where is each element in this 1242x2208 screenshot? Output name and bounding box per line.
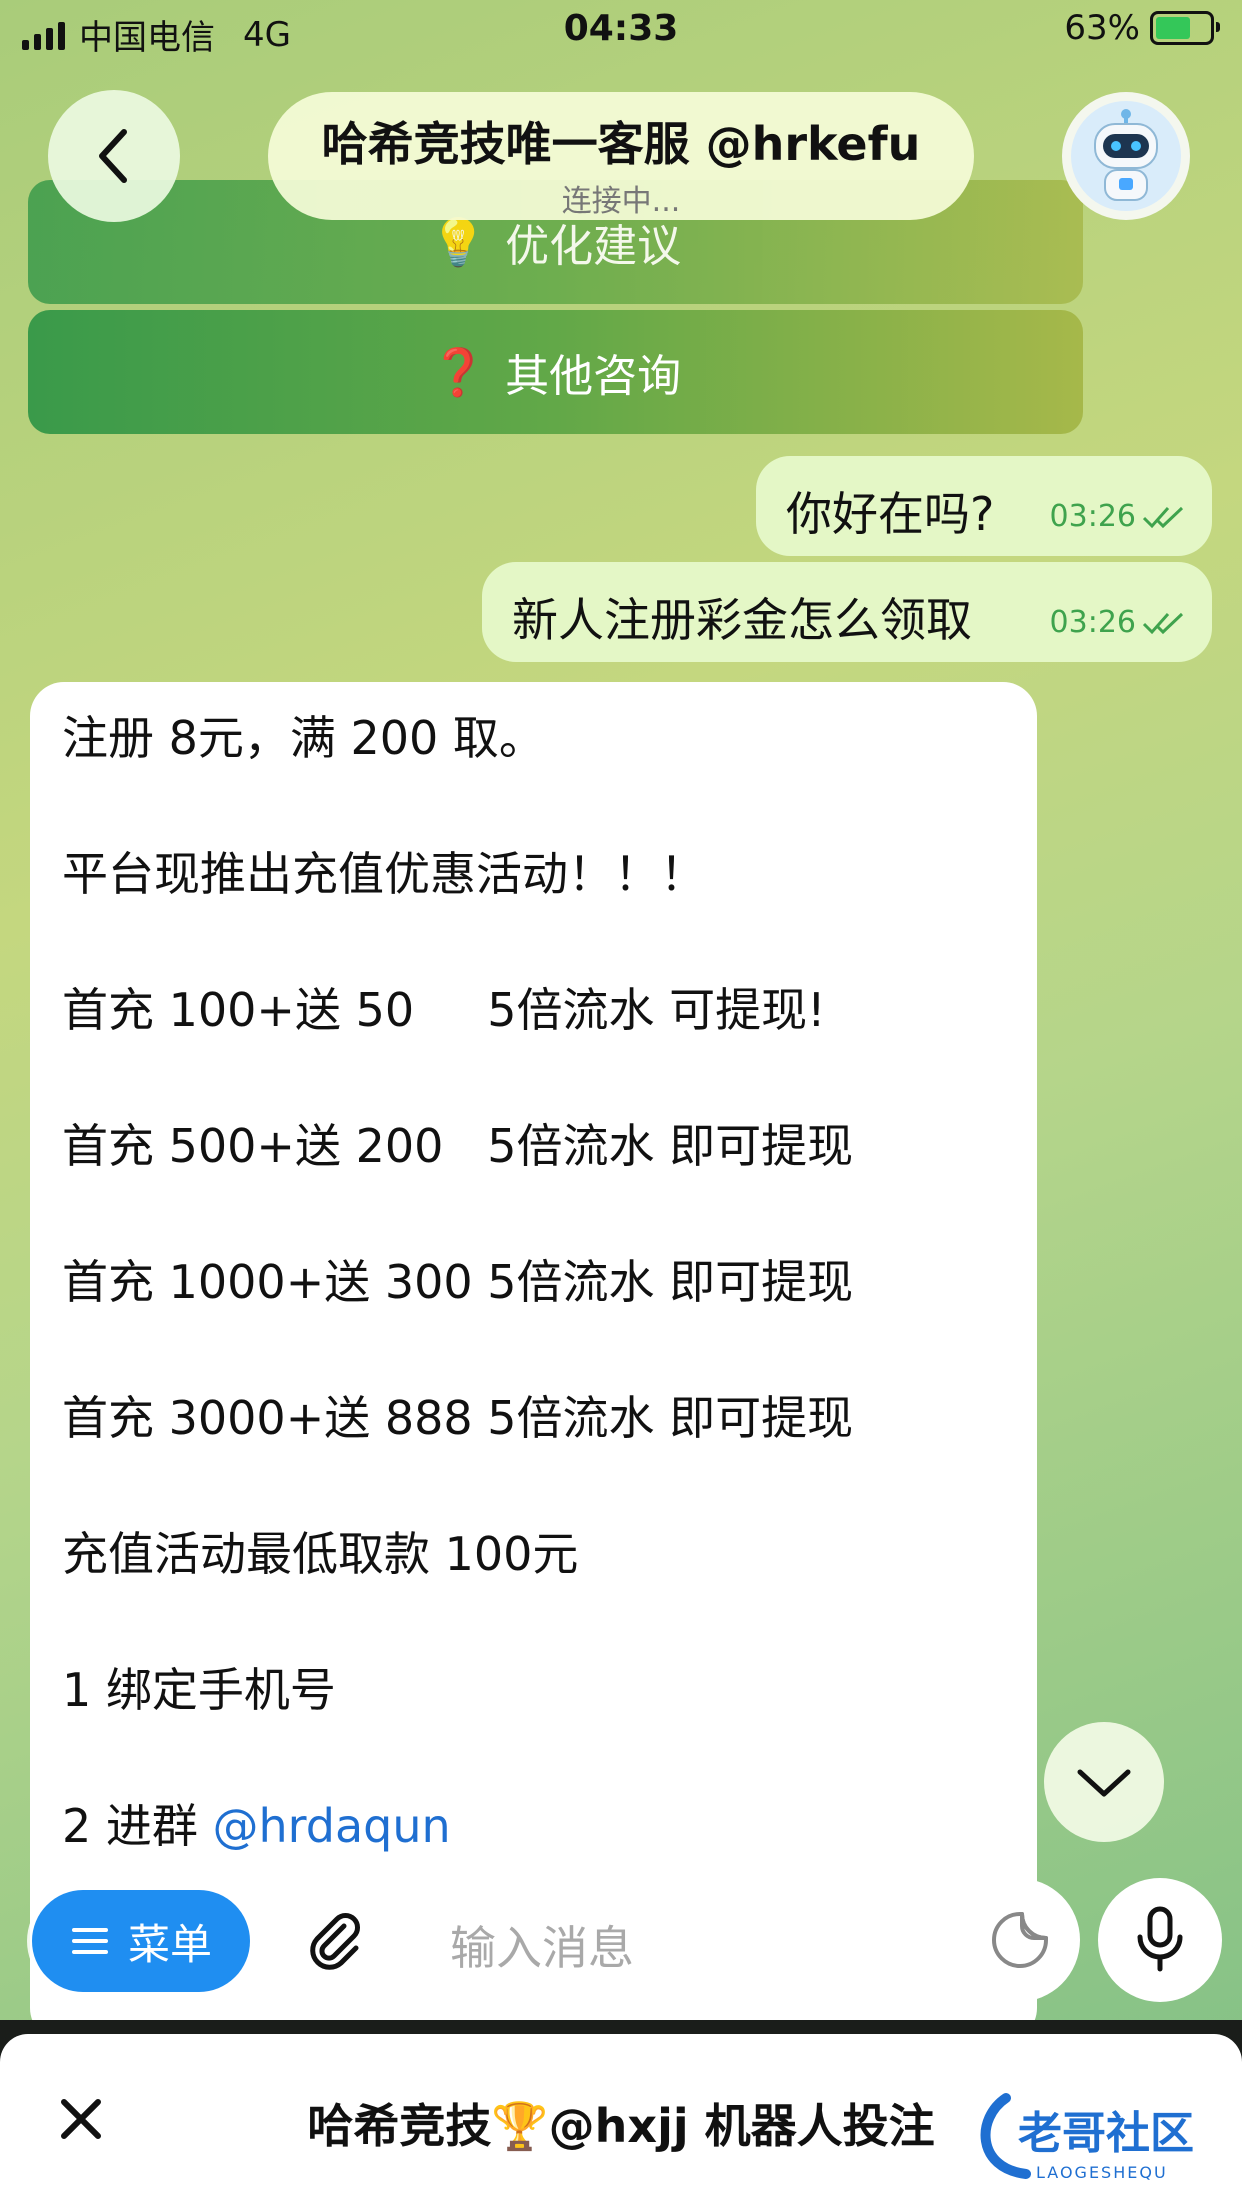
message-line: 平台现推出充值优惠活动！！！ [62,847,706,901]
message-line: 注册 8元，满 200 取。 [62,711,545,765]
message-line: 首充 1000+送 300 5倍流水 即可提现 [62,1255,854,1309]
status-time: 04:33 [563,8,679,49]
attach-button[interactable] [276,1880,396,2000]
message-line: 首充 500+送 200 5倍流水 即可提现 [62,1119,854,1173]
back-button[interactable] [48,90,180,222]
outgoing-message[interactable]: 新人注册彩金怎么领取 03:26 [482,562,1212,662]
sticker-icon[interactable] [990,1910,1050,1970]
battery-percent: 63% [1064,8,1140,48]
question-icon: ❓ [429,344,488,399]
voice-record-button[interactable] [1098,1878,1222,2002]
status-bar: 中国电信 4G 04:33 63% [0,0,1242,62]
menu-button[interactable]: 菜单 [32,1890,250,1992]
message-input[interactable]: 输入消息 [416,1878,1080,2002]
double-check-icon [1142,506,1184,528]
hamburger-icon [71,1928,108,1954]
robot-icon [1094,109,1158,201]
incoming-message[interactable]: 注册 8元，满 200 取。 平台现推出充值优惠活动！！！ 首充 100+送 5… [30,682,1037,2042]
message-text: 新人注册彩金怎么领取 [512,593,972,647]
battery-icon [1150,11,1220,45]
scroll-to-bottom-button[interactable] [1044,1722,1164,1842]
watermark-text: 老哥社区 [1018,2108,1194,2159]
message-line: 首充 100+送 50 5倍流水 可提现! [62,983,826,1037]
mention-link[interactable]: @hrdaqun [213,1799,451,1853]
line-prefix: 2 进群 [62,1799,213,1853]
message-placeholder: 输入消息 [450,1921,634,1975]
keyboard-button-label: 其他咨询 [505,351,682,402]
avatar[interactable] [1062,92,1190,220]
message-line: 2 进群 @hrdaqun [62,1790,451,1856]
menu-label: 菜单 [127,1919,212,1969]
chat-title: 哈希竞技唯一客服 @hrkefu [321,117,921,171]
message-meta: 03:26 [1050,499,1186,534]
chat-title-pill[interactable]: 哈希竞技唯一客服 @hrkefu 连接中... [268,92,974,220]
message-text: 你好在吗? [786,487,995,541]
chevron-down-icon [1077,1769,1131,1797]
message-line: 首充 3000+送 888 5倍流水 即可提现 [62,1391,854,1445]
microphone-icon [1137,1906,1183,1972]
paperclip-icon [310,1913,360,1970]
chat-header: 哈希竞技唯一客服 @hrkefu 连接中... [0,88,1242,228]
keyboard-button-other-inquiry[interactable]: ❓ 其他咨询 [28,310,1083,434]
outgoing-message[interactable]: 你好在吗? 03:26 [756,456,1212,556]
double-check-icon [1142,612,1184,634]
watermark-subtext: LAOGESHEQU [1036,2163,1168,2182]
message-meta: 03:26 [1050,605,1186,640]
message-line: 充值活动最低取款 100元 [62,1527,579,1581]
message-time: 03:26 [1049,499,1136,534]
message-line: 1 绑定手机号 [62,1663,336,1717]
message-time: 03:26 [1049,605,1136,640]
connection-status: 连接中... [561,184,681,219]
watermark-logo: 老哥社区 LAOGESHEQU [980,2093,1194,2182]
chevron-left-icon [99,129,127,183]
